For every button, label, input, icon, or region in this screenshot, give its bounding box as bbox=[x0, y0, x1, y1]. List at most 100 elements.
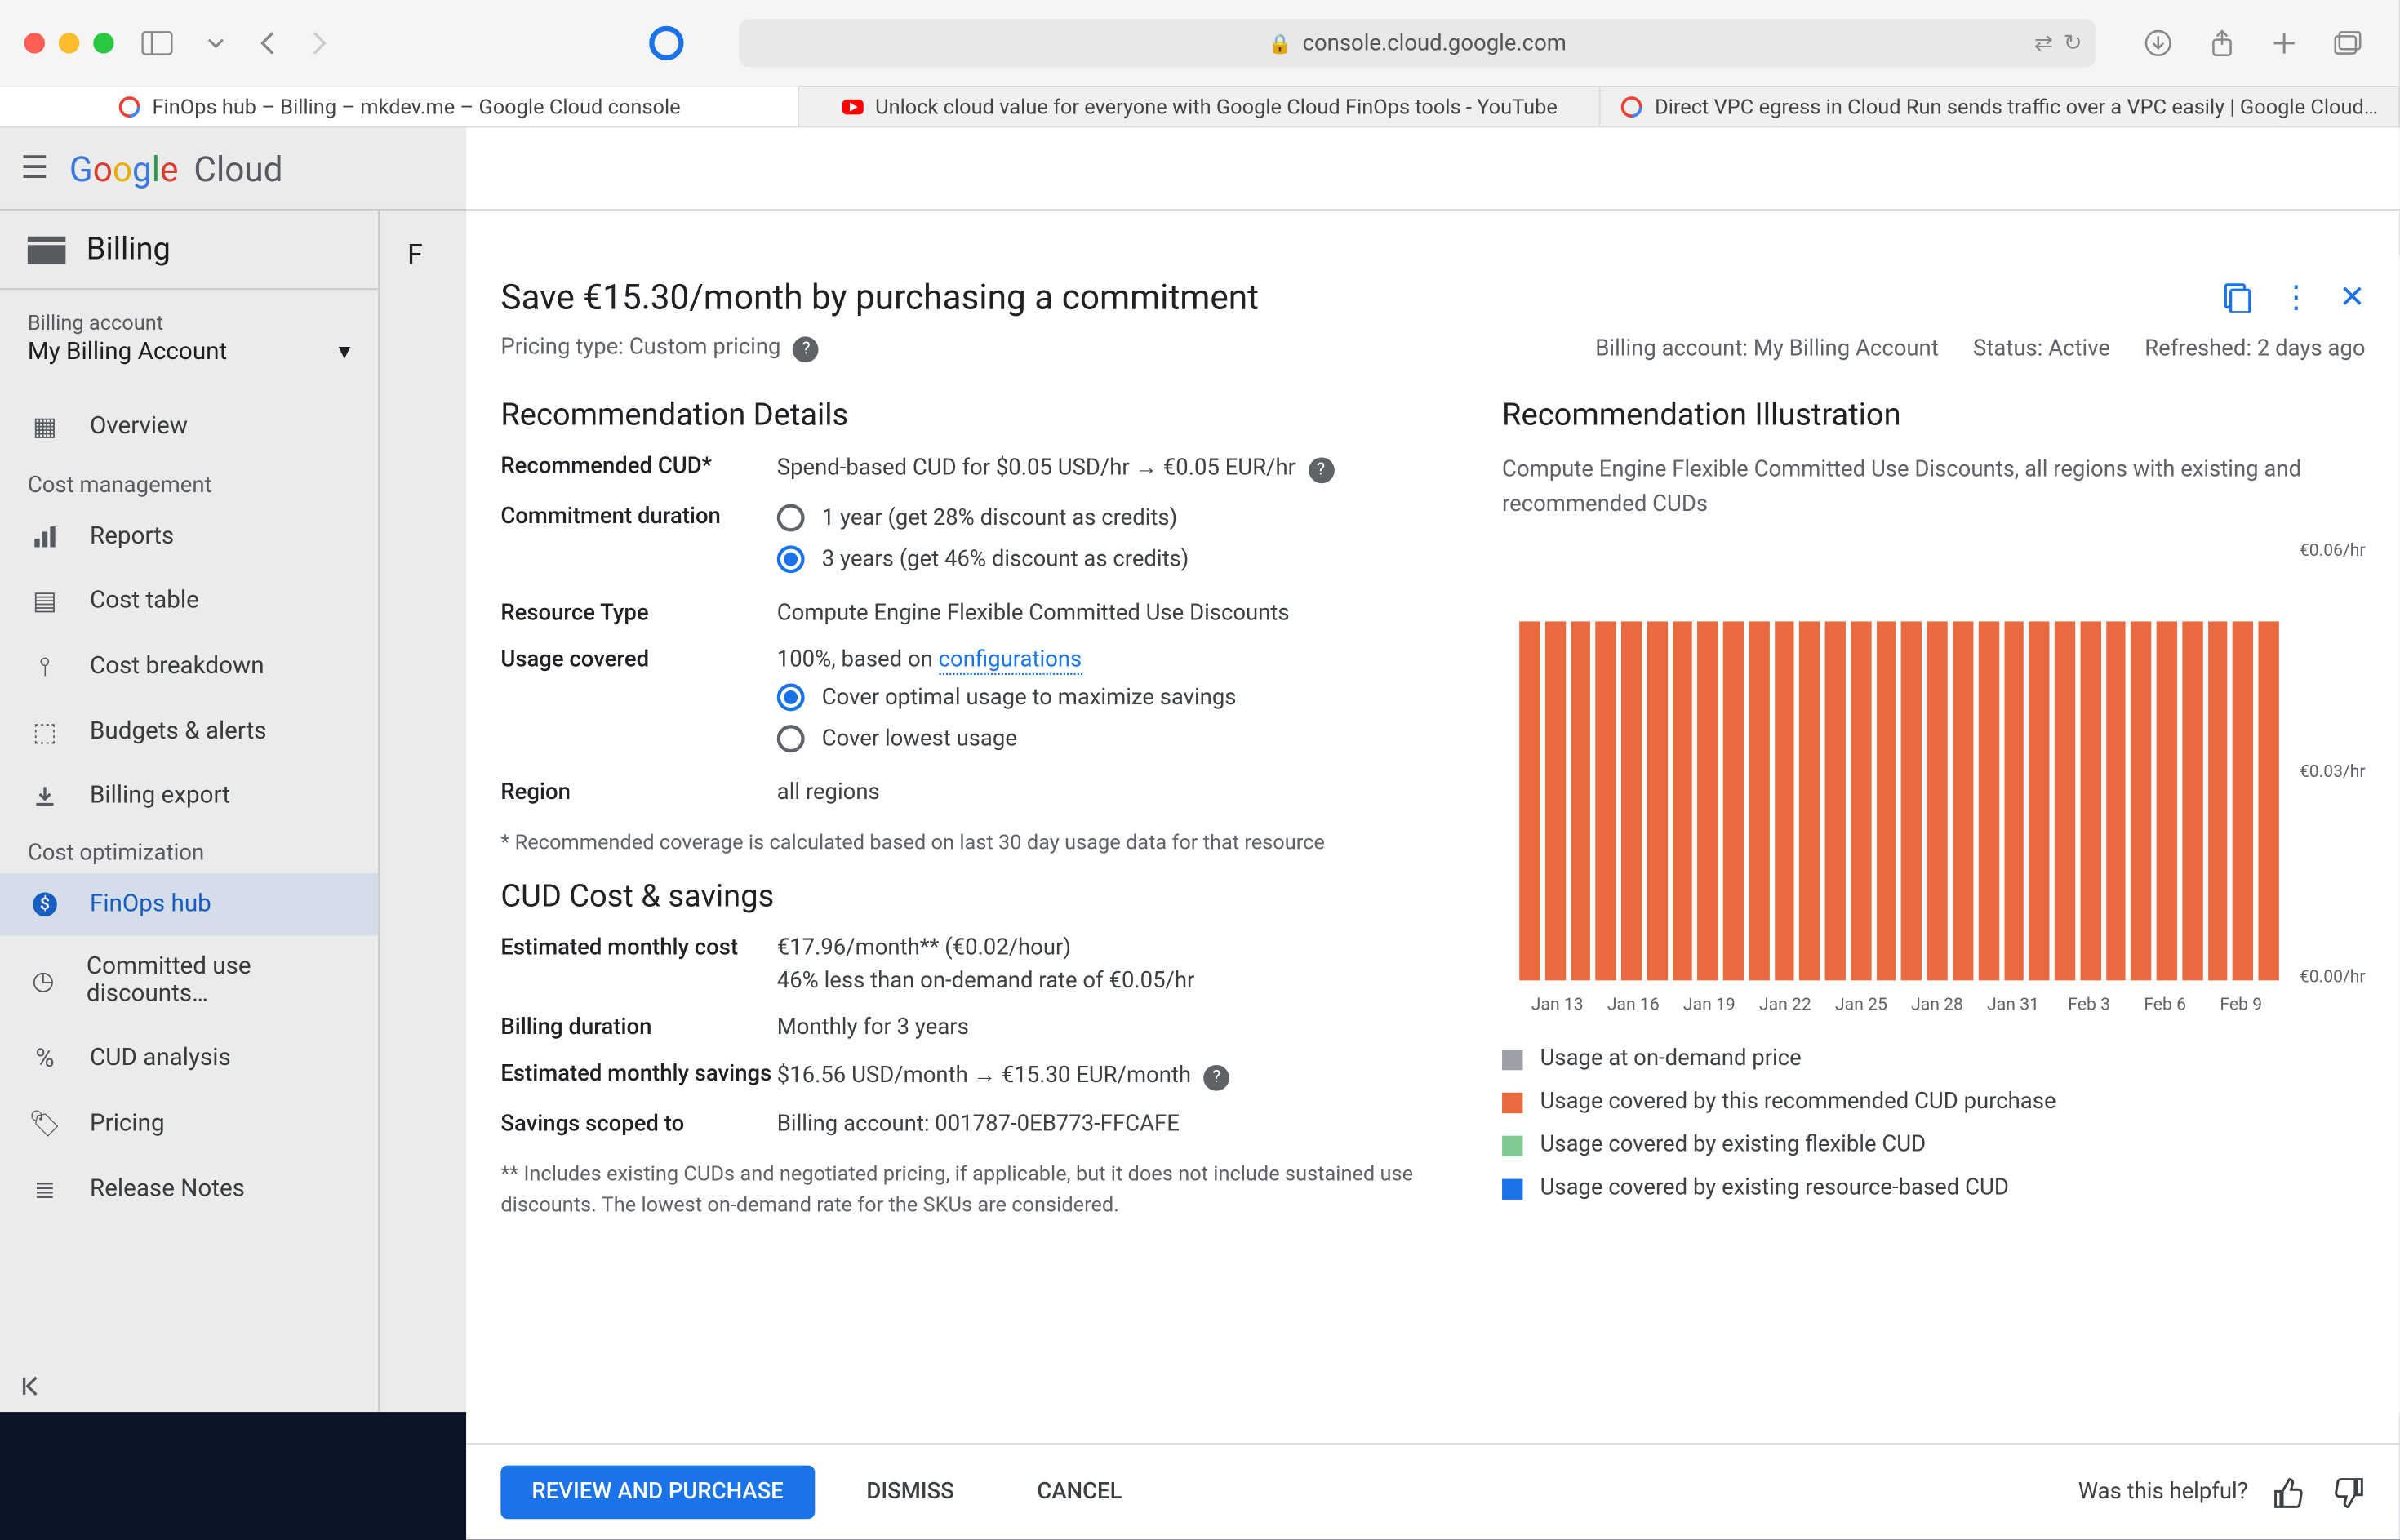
chart-bar bbox=[2131, 621, 2152, 981]
legend-label: Usage covered by existing resource-based… bbox=[1540, 1175, 2009, 1201]
x-axis-label: Jan 22 bbox=[1747, 996, 1823, 1014]
copy-icon[interactable] bbox=[2222, 282, 2253, 313]
duration-1year-radio[interactable]: 1 year (get 28% discount as credits) bbox=[777, 504, 1433, 532]
legend-swatch bbox=[1502, 1092, 1522, 1112]
downloads-icon[interactable] bbox=[2137, 22, 2179, 64]
monthly-cost-value: €17.96/month** (€0.02/hour) bbox=[777, 935, 1433, 961]
help-icon[interactable]: ? bbox=[1203, 1065, 1229, 1091]
cover-lowest-radio[interactable]: Cover lowest usage bbox=[777, 725, 1433, 752]
sidebar-item-overview[interactable]: ▦ Overview bbox=[0, 393, 378, 459]
chart-bar bbox=[2029, 621, 2050, 981]
table-icon: ▤ bbox=[28, 585, 62, 616]
sidebar-item-cost-table[interactable]: ▤ Cost table bbox=[0, 568, 378, 633]
export-icon bbox=[28, 783, 62, 808]
chevron-down-icon[interactable] bbox=[200, 31, 231, 55]
sidebar-item-label: Release Notes bbox=[90, 1175, 245, 1203]
chart-bar bbox=[1621, 621, 1642, 981]
back-button[interactable] bbox=[252, 24, 283, 63]
x-axis-label: Feb 9 bbox=[2203, 996, 2279, 1014]
lock-icon: 🔒 bbox=[1269, 32, 1292, 54]
billing-account-selector[interactable]: My Billing Account ▾ bbox=[0, 335, 378, 379]
usage-chart: €0.06/hr €0.03/hr €0.00/hr Jan 13Jan 16J… bbox=[1502, 549, 2366, 1015]
y-axis-top: €0.06/hr bbox=[2300, 542, 2366, 561]
legend-item: Usage at on-demand price bbox=[1502, 1046, 2366, 1072]
recommended-cud-label: Recommended CUD* bbox=[500, 454, 776, 483]
chart-bar bbox=[1723, 621, 1744, 981]
browser-tab-2[interactable]: Direct VPC egress in Cloud Run sends tra… bbox=[1600, 87, 2400, 126]
svg-text:$: $ bbox=[40, 894, 50, 915]
gcp-favicon-icon bbox=[118, 94, 142, 118]
configurations-link[interactable]: configurations bbox=[939, 647, 1082, 675]
sidebar-item-cud[interactable]: ◷ Committed use discounts… bbox=[0, 935, 378, 1025]
sidebar-item-billing-export[interactable]: Billing export bbox=[0, 765, 378, 827]
details-heading: Recommendation Details bbox=[500, 397, 1433, 433]
chart-bar bbox=[1927, 621, 1948, 981]
gcp-favicon-icon bbox=[1620, 94, 1645, 118]
legend-swatch bbox=[1502, 1049, 1522, 1069]
region-value: all regions bbox=[777, 780, 1433, 806]
sidebar-item-label: Overview bbox=[90, 412, 188, 440]
help-icon[interactable]: ? bbox=[1308, 457, 1334, 483]
sidebar-item-cud-analysis[interactable]: % CUD analysis bbox=[0, 1025, 378, 1090]
collapse-sidebar-button[interactable] bbox=[20, 1374, 45, 1399]
browser-tab-0[interactable]: FinOps hub – Billing – mkdev.me – Google… bbox=[0, 87, 800, 126]
dashboard-icon: ▦ bbox=[28, 411, 62, 442]
legend-swatch bbox=[1502, 1178, 1522, 1198]
sidebar-item-cost-breakdown[interactable]: ⫯ Cost breakdown bbox=[0, 633, 378, 699]
costs-footnote: ** Includes existing CUDs and negotiated… bbox=[500, 1158, 1433, 1220]
sidebar-item-reports[interactable]: Reports bbox=[0, 506, 378, 568]
resource-type-label: Resource Type bbox=[500, 601, 776, 627]
recommendation-panel: Save €15.30/month by purchasing a commit… bbox=[466, 255, 2400, 1540]
costs-heading: CUD Cost & savings bbox=[500, 879, 1433, 915]
minimize-window-button[interactable] bbox=[59, 33, 79, 53]
tabs-overview-icon[interactable] bbox=[2327, 22, 2369, 64]
dismiss-button[interactable]: DISMISS bbox=[835, 1466, 985, 1520]
breakdown-icon: ⫯ bbox=[28, 650, 62, 681]
pricing-type: Pricing type: Custom pricing ? bbox=[500, 335, 819, 362]
browser-tab-label: Unlock cloud value for everyone with Goo… bbox=[875, 94, 1558, 118]
thumbs-up-icon[interactable] bbox=[2272, 1475, 2306, 1509]
help-icon[interactable]: ? bbox=[793, 336, 820, 362]
chart-bar bbox=[1953, 621, 1973, 981]
clock-icon: ◷ bbox=[28, 965, 59, 996]
legend-label: Usage at on-demand price bbox=[1540, 1046, 1802, 1072]
address-text: console.cloud.google.com bbox=[1303, 30, 1567, 56]
hamburger-menu-icon[interactable]: ☰ bbox=[20, 150, 48, 186]
address-bar[interactable]: 🔒 console.cloud.google.com ⇄ ↻ bbox=[739, 19, 2096, 67]
sidebar-item-finops-hub[interactable]: $ FinOps hub bbox=[0, 873, 378, 935]
more-menu-icon[interactable]: ⋮ bbox=[2281, 279, 2312, 315]
thumbs-down-icon[interactable] bbox=[2331, 1475, 2365, 1509]
usage-covered-value: 100%, based on configurations bbox=[777, 647, 1433, 673]
review-purchase-button[interactable]: REVIEW AND PURCHASE bbox=[500, 1466, 815, 1520]
sidebar-item-label: Committed use discounts… bbox=[87, 952, 350, 1008]
percent-icon: % bbox=[28, 1042, 62, 1073]
sidebar-item-pricing[interactable]: 🏷 Pricing bbox=[0, 1091, 378, 1156]
duration-3year-radio[interactable]: 3 years (get 46% discount as credits) bbox=[777, 545, 1433, 573]
forward-button[interactable] bbox=[304, 24, 335, 63]
chart-bar bbox=[1596, 621, 1616, 981]
billing-duration-value: Monthly for 3 years bbox=[777, 1015, 1433, 1041]
y-axis-mid: €0.03/hr bbox=[2300, 763, 2366, 782]
cancel-button[interactable]: CANCEL bbox=[1006, 1466, 1153, 1520]
sidebar-item-budgets[interactable]: ⬚ Budgets & alerts bbox=[0, 699, 378, 765]
cover-optimal-label: Cover optimal usage to maximize savings bbox=[822, 685, 1237, 711]
browser-tab-1[interactable]: Unlock cloud value for everyone with Goo… bbox=[800, 87, 1600, 126]
translate-icon[interactable]: ⇄ bbox=[2034, 30, 2053, 56]
sidebar-toggle-icon[interactable] bbox=[135, 24, 180, 63]
maximize-window-button[interactable] bbox=[93, 33, 113, 53]
legend-label: Usage covered by existing flexible CUD bbox=[1540, 1132, 1927, 1158]
chart-bar bbox=[2207, 621, 2228, 981]
sidebar-item-release-notes[interactable]: ≣ Release Notes bbox=[0, 1156, 378, 1222]
scoped-label: Savings scoped to bbox=[500, 1112, 776, 1138]
bar-chart-icon bbox=[28, 525, 62, 549]
chart-bar bbox=[1673, 621, 1693, 981]
chart-bar bbox=[1800, 621, 1820, 981]
close-window-button[interactable] bbox=[24, 33, 45, 53]
new-tab-icon[interactable] bbox=[2265, 22, 2304, 64]
reload-icon[interactable]: ↻ bbox=[2064, 30, 2082, 56]
gcp-logo[interactable]: Google Cloud bbox=[69, 148, 283, 189]
share-icon[interactable] bbox=[2203, 22, 2242, 64]
cover-optimal-radio[interactable]: Cover optimal usage to maximize savings bbox=[777, 684, 1433, 712]
close-icon[interactable]: ✕ bbox=[2340, 279, 2366, 315]
region-label: Region bbox=[500, 780, 776, 806]
